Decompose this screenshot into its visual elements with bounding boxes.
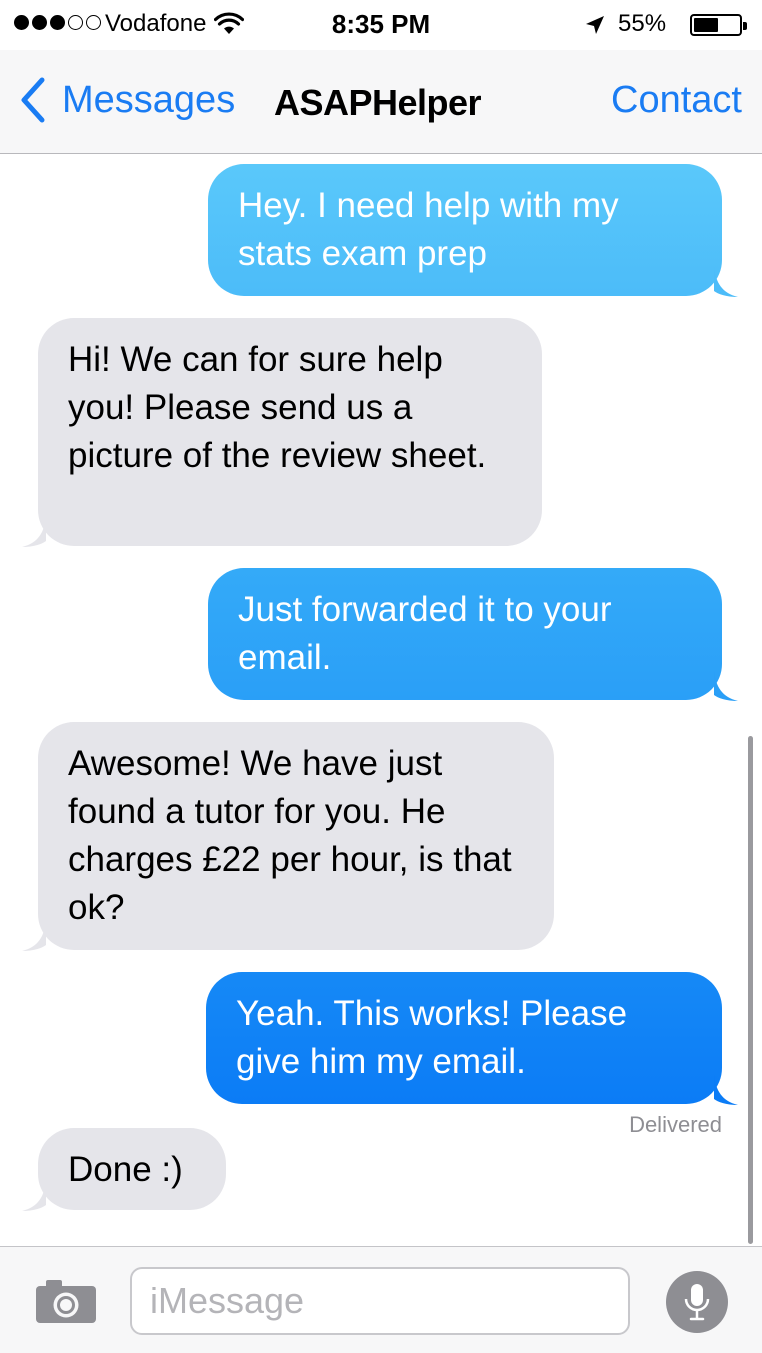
bubble-tail [22, 517, 46, 547]
conversation-title: ASAPHelper [274, 82, 482, 123]
bubble-tail [22, 1181, 46, 1211]
status-bar: Vodafone 8:35 PM 55% [0, 0, 762, 50]
bubble-tail [22, 921, 46, 951]
message-bubble-outgoing[interactable]: Hey. I need help with my stats exam prep [208, 164, 738, 297]
bubble-tail [714, 267, 738, 297]
message-text: Just forwarded it to your email. [238, 590, 612, 677]
battery-cap [743, 22, 747, 30]
message-text: Awesome! We have just found a tutor for … [68, 744, 512, 927]
contact-button[interactable]: Contact [611, 79, 742, 122]
location-arrow-icon [586, 16, 604, 34]
message-bubble-incoming[interactable]: Hi! We can for sure help you! Please sen… [22, 318, 542, 547]
battery-icon [690, 14, 747, 36]
message-bubble-outgoing[interactable]: Just forwarded it to your email. [208, 568, 738, 701]
message-text: Hey. I need help with my stats exam prep [238, 186, 619, 273]
camera-icon[interactable] [34, 1277, 98, 1325]
message-text: Yeah. This works! Please give him my ema… [236, 994, 628, 1081]
bubble-tail [714, 671, 738, 701]
battery-percent: 55% [618, 10, 667, 37]
microphone-button[interactable] [666, 1271, 728, 1333]
back-button[interactable]: Messages [16, 76, 235, 124]
scrollbar[interactable] [748, 736, 753, 1244]
message-bubble-incoming[interactable]: Done :) [22, 1128, 226, 1211]
message-bubble-incoming[interactable]: Awesome! We have just found a tutor for … [22, 722, 554, 951]
imessage-input[interactable] [130, 1267, 630, 1335]
microphone-icon [684, 1284, 710, 1321]
message-bubble-outgoing[interactable]: Yeah. This works! Please give him my ema… [206, 972, 738, 1105]
conversation[interactable]: Hey. I need help with my stats exam prep… [0, 154, 762, 1246]
battery-fill [694, 18, 719, 32]
back-label: Messages [62, 78, 236, 121]
message-input-bar [0, 1246, 762, 1353]
chevron-left-icon [21, 77, 45, 123]
bubble-tail [714, 1075, 738, 1105]
message-text: Hi! We can for sure help you! Please sen… [68, 340, 487, 475]
delivery-status: Delivered [629, 1112, 722, 1137]
message-text: Done :) [68, 1150, 183, 1189]
navigation-bar: Messages ASAPHelper Contact [0, 50, 762, 154]
